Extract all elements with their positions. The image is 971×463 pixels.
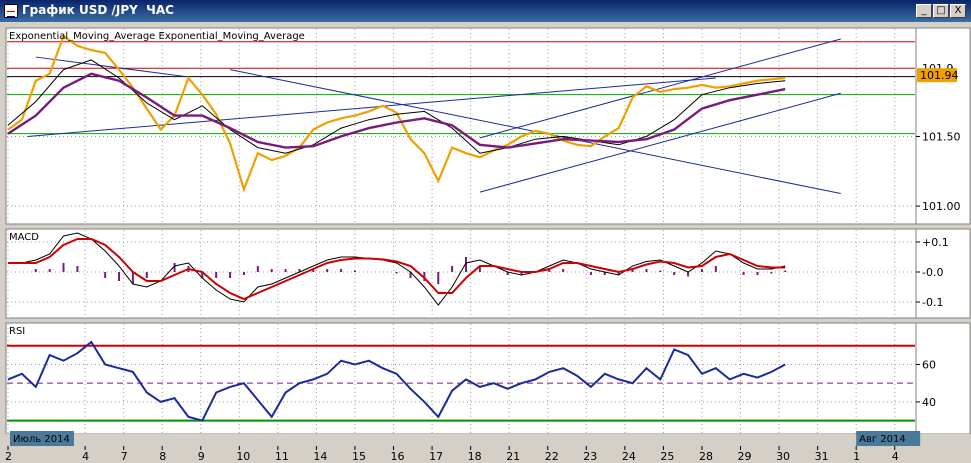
x-tick-label: 1 xyxy=(853,450,860,463)
x-tick-label: 4 xyxy=(82,450,89,463)
month-label: Июль 2014 xyxy=(13,434,70,445)
minimize-button[interactable]: _ xyxy=(916,4,932,18)
rsi-ytick-label: 40 xyxy=(922,396,936,409)
price-ytick-label: 101.50 xyxy=(922,130,961,143)
x-tick-label: 31 xyxy=(815,450,829,463)
last-price-label: 101.94 xyxy=(920,69,959,82)
price-panel[interactable]: 101.00101.50101.9101.94Exponential_Movin… xyxy=(5,27,971,225)
month-label: Авг 2014 xyxy=(859,434,906,445)
price-ytick-label: 101.00 xyxy=(922,200,961,213)
x-tick-label: 2 xyxy=(5,450,12,463)
macd-ytick-label: +0.1 xyxy=(922,236,949,249)
x-tick-label: 16 xyxy=(391,450,405,463)
x-tick-label: 8 xyxy=(159,450,166,463)
x-tick-label: 7 xyxy=(121,450,128,463)
x-tick-label: 29 xyxy=(738,450,752,463)
macd-ytick-label: -0.1 xyxy=(922,296,943,309)
x-tick-label: 9 xyxy=(198,450,205,463)
window-title: График USD /JPY ЧАС xyxy=(22,3,174,17)
time-axis: Июль 2014 Авг 20142 4 7 8 9 10 11 14 15 16 17 18 21 22… xyxy=(0,431,971,463)
x-tick-label: 11 xyxy=(275,450,289,463)
x-tick-label: 18 xyxy=(468,450,482,463)
close-button[interactable]: X xyxy=(950,4,966,18)
price-legend: Exponential_Moving_Average Exponential_M… xyxy=(9,31,305,42)
macd-legend: MACD xyxy=(9,232,39,243)
macd-panel[interactable]: +0.1 -0.0 -0.1 MACD xyxy=(5,228,971,319)
price-axis-area xyxy=(915,27,971,225)
x-tick-label: 15 xyxy=(352,450,366,463)
x-tick-label: 21 xyxy=(506,450,520,463)
x-tick-label: 28 xyxy=(699,450,713,463)
x-tick-label: 14 xyxy=(313,450,327,463)
x-tick-label: 22 xyxy=(545,450,559,463)
x-tick-label: 30 xyxy=(776,450,790,463)
rsi-axis-area xyxy=(915,322,971,435)
x-tick-label: 10 xyxy=(236,450,250,463)
rsi-panel[interactable]: 60 40 RSI xyxy=(5,322,971,435)
macd-ytick-label: -0.0 xyxy=(922,266,943,279)
rsi-ytick-label: 60 xyxy=(922,358,936,371)
window-titlebar: График USD /JPY ЧАС _ □ X xyxy=(0,0,971,23)
x-tick-label: 24 xyxy=(622,450,636,463)
usdjpy-chart[interactable]: 101.00101.50101.9101.94Exponential_Movin… xyxy=(0,22,971,463)
maximize-button[interactable]: □ xyxy=(933,4,949,18)
rsi-legend: RSI xyxy=(9,326,25,337)
rsi-plot-area xyxy=(5,322,917,435)
x-tick-label: 23 xyxy=(583,450,597,463)
x-tick-label: 17 xyxy=(429,450,443,463)
x-tick-label: 25 xyxy=(660,450,674,463)
x-tick-label: 4 xyxy=(892,450,899,463)
chart-app-icon xyxy=(4,4,18,18)
